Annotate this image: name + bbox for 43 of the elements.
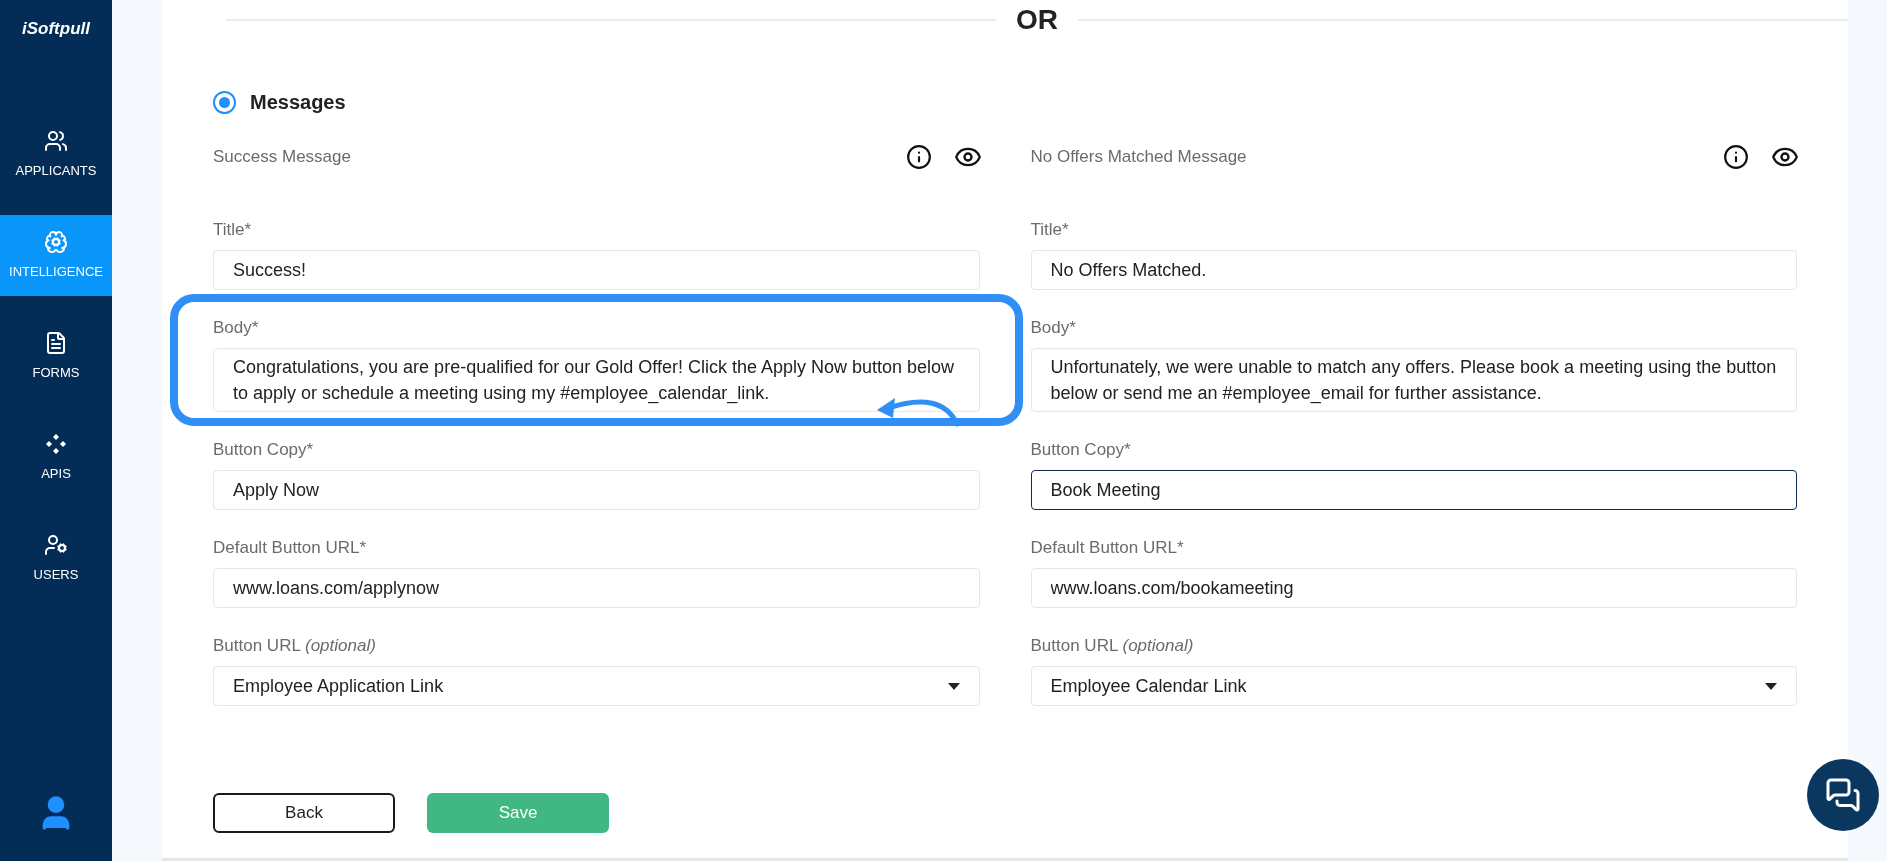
body-field[interactable]: Unfortunately, we were unable to match any offers. Please book a meeting using the button below or send me an #employee_email for further assistance. [1030, 348, 1797, 412]
back-button[interactable]: Back [213, 793, 395, 833]
field-label: Body* [213, 317, 260, 339]
input-field[interactable]: No Offers Matched. [1030, 250, 1797, 290]
select-value: Employee Calendar Link [1050, 674, 1247, 698]
field-label: Button Copy* [1030, 439, 1132, 461]
input-field[interactable]: Book Meeting [1030, 470, 1797, 510]
info-icon[interactable] [1723, 144, 1749, 170]
radio-button[interactable] [213, 90, 236, 114]
nav-item[interactable]: USERS [0, 518, 112, 599]
input-field[interactable]: Success! [213, 250, 980, 290]
nav-item[interactable]: APPLICANTS [0, 114, 112, 195]
field-label: Button Copy* [213, 439, 315, 461]
select-value: Employee Application Link [233, 674, 444, 698]
nav-icon [44, 128, 68, 153]
select-field[interactable]: Employee Application Link [213, 666, 980, 706]
field-label: Default Button URL* [1030, 537, 1185, 559]
nav-icon [44, 431, 68, 456]
body-field[interactable]: Congratulations, you are pre-qualified for our Gold Offer! Click the Apply Now button below to apply or schedule a meeting using my #employee_calendar_link. [213, 348, 980, 412]
field-label: Body* [1030, 317, 1077, 339]
panel-heading: Success Message [213, 146, 351, 169]
field-label: Button URL (optional) [1030, 635, 1195, 657]
nav-icon [44, 330, 68, 355]
nav-item[interactable]: FORMS [0, 316, 112, 397]
nav-item[interactable]: APIS [0, 417, 112, 498]
field-label: Title* [213, 219, 253, 241]
field-label: Default Button URL* [213, 537, 368, 559]
divider-label: OR [1016, 3, 1058, 37]
info-icon[interactable] [905, 144, 932, 170]
field-label: Title* [1030, 219, 1070, 241]
nav-icon [44, 532, 68, 557]
select-field[interactable]: Employee Calendar Link [1030, 666, 1797, 706]
logo: iSoftpull [21, 18, 92, 40]
panel-heading: No Offers Matched Message [1030, 146, 1247, 169]
input-field[interactable]: www.loans.com/applynow [213, 568, 980, 608]
nav-icon [44, 229, 68, 254]
section-label: Messages [250, 90, 346, 115]
caret-icon [1765, 682, 1777, 690]
input-field[interactable]: Apply Now [213, 470, 980, 510]
input-field[interactable]: www.loans.com/bookameeting [1030, 568, 1797, 608]
chat-icon [1825, 777, 1861, 813]
field-label: Button URL (optional) [213, 635, 377, 657]
caret-icon [947, 682, 960, 690]
